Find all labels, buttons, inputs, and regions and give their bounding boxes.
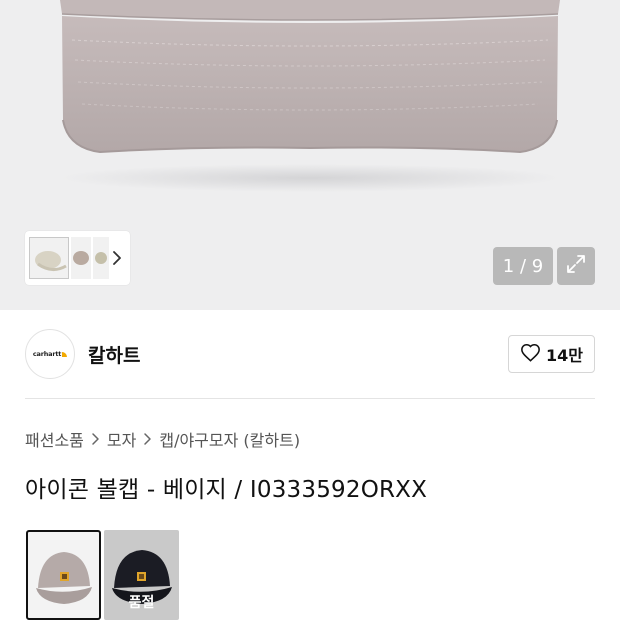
brand-logo-text: carhartt [32, 350, 62, 358]
like-count: 14만 [546, 346, 583, 365]
heart-outline-icon [520, 343, 541, 366]
expand-icon [565, 253, 587, 279]
breadcrumb-item[interactable]: 캡/야구모자 (칼하트) [159, 427, 300, 451]
product-title: 아이콘 볼캡 - 베이지 / I0333592ORXX [25, 477, 428, 503]
cap-thumbnail-beige [36, 552, 92, 604]
color-option-black[interactable]: 품절 [104, 530, 179, 620]
section-divider [25, 398, 595, 399]
image-counter: 1 / 9 [493, 247, 553, 285]
breadcrumb-item[interactable]: 모자 [107, 427, 136, 451]
thumbnail-strip[interactable] [25, 231, 130, 285]
like-button[interactable]: 14만 [508, 335, 595, 373]
thumbnail-2[interactable] [71, 237, 91, 279]
breadcrumb-item[interactable]: 패션소품 [25, 427, 84, 451]
chevron-right-icon [91, 432, 100, 446]
color-option-beige[interactable] [26, 530, 101, 620]
brand-name-link[interactable]: 칼하트 [88, 341, 140, 368]
expand-button[interactable] [557, 247, 595, 285]
sold-out-label: 품절 [128, 595, 155, 611]
chevron-right-icon[interactable] [110, 248, 124, 268]
thumbnail-3[interactable] [93, 237, 109, 279]
brand-logo[interactable]: carhartt [25, 329, 75, 379]
breadcrumb: 패션소품 모자 캡/야구모자 (칼하트) [25, 427, 300, 451]
chevron-right-icon [143, 432, 152, 446]
product-image-gallery[interactable]: 1 / 9 [0, 0, 620, 310]
thumbnail-1[interactable] [29, 237, 69, 279]
brand-logo-mark [62, 351, 68, 357]
